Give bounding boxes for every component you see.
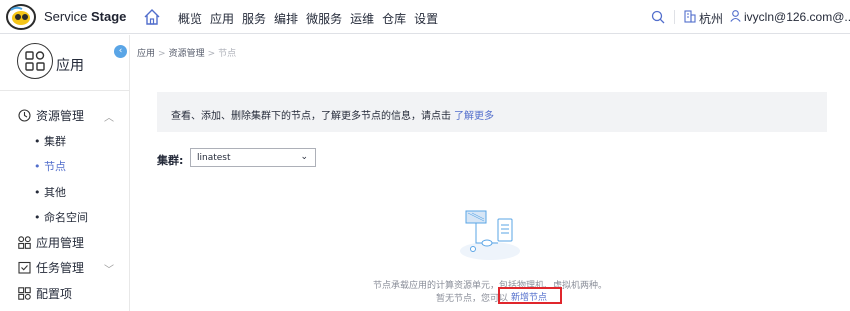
sidebar-item-label: 配置项 <box>36 287 73 301</box>
breadcrumb: 应用 > 资源管理 > 节点 <box>137 46 236 59</box>
nav-repository[interactable]: 仓库 <box>382 10 406 27</box>
learn-more-link[interactable]: 了解更多 <box>454 111 494 122</box>
chevron-down-icon: ⌄ <box>300 152 308 162</box>
subitem-label: 命名空间 <box>44 211 88 224</box>
chevron-down-icon[interactable]: ﹀ <box>104 261 114 276</box>
nav-settings[interactable]: 设置 <box>414 10 438 27</box>
subitem-label: 节点 <box>44 160 66 173</box>
user-account[interactable]: ivycln@126.com@... <box>744 10 850 24</box>
nav-application[interactable]: 应用 <box>210 10 234 27</box>
sidebar-item-config[interactable]: 配置项 <box>18 285 72 302</box>
building-icon <box>684 10 696 23</box>
sidebar-item-resources[interactable]: 资源管理 <box>18 107 84 124</box>
breadcrumb-separator: > <box>158 49 166 59</box>
collapse-sidebar-button[interactable]: ‹ <box>114 45 127 58</box>
resource-icon <box>18 109 31 122</box>
empty-description: 节点承载应用的计算资源单元，包括物理机、虚拟机两种。 <box>373 281 608 291</box>
sidebar-subitem-node[interactable]: • 节点 <box>34 158 66 174</box>
subitem-label: 其他 <box>44 186 66 199</box>
sidebar-subitem-namespace[interactable]: • 命名空间 <box>34 209 88 225</box>
info-text: 查看、添加、删除集群下的节点，了解更多节点的信息，请点击 <box>171 111 451 122</box>
user-icon <box>730 10 741 22</box>
nav-orchestration[interactable]: 编排 <box>274 10 298 27</box>
nav-overview[interactable]: 概览 <box>178 10 202 27</box>
search-icon[interactable] <box>651 10 665 24</box>
sidebar-item-label: 任务管理 <box>36 261 85 275</box>
cluster-label: 集群: <box>157 154 184 167</box>
sidebar-item-label: 应用管理 <box>36 236 85 250</box>
sidebar-item-task-mgmt[interactable]: 任务管理 <box>18 259 84 276</box>
home-icon[interactable] <box>143 8 161 26</box>
breadcrumb-resources[interactable]: 资源管理 <box>169 49 205 59</box>
cluster-selected-value: linatest <box>197 153 231 163</box>
nav-microservice[interactable]: 微服务 <box>306 10 342 27</box>
sidebar-subitem-cluster[interactable]: • 集群 <box>34 133 66 149</box>
header-divider <box>674 10 675 24</box>
sidebar-item-label: 资源管理 <box>36 109 85 123</box>
service-stage-logo[interactable] <box>6 4 36 30</box>
brand-name: Service Stage <box>44 9 126 24</box>
apps-icon <box>18 236 31 249</box>
breadcrumb-bar: 应用 > 资源管理 > 节点 <box>131 35 850 67</box>
sidebar-divider <box>0 90 130 91</box>
brand-bold: Stage <box>90 9 127 24</box>
empty-node-illustration <box>460 210 520 260</box>
sidebar-item-app-mgmt[interactable]: 应用管理 <box>18 234 84 251</box>
nav-service[interactable]: 服务 <box>242 10 266 27</box>
config-icon <box>18 287 31 300</box>
breadcrumb-app[interactable]: 应用 <box>137 49 155 59</box>
nav-ops[interactable]: 运维 <box>350 10 374 27</box>
chevron-up-icon[interactable]: ︿ <box>104 109 114 124</box>
add-node-link[interactable]: 新增节点 <box>498 287 562 304</box>
breadcrumb-separator: > <box>207 49 216 59</box>
info-banner: 查看、添加、删除集群下的节点，了解更多节点的信息，请点击 了解更多 <box>157 92 827 132</box>
sidebar-subitem-other[interactable]: • 其他 <box>34 184 66 200</box>
task-icon <box>18 261 31 274</box>
sidebar: 应用 ‹ 资源管理 ︿ • 集群 • 节点 • 其他 • 命名空间 应用管理 任… <box>0 35 130 311</box>
cluster-select[interactable]: linatest ⌄ <box>190 148 316 167</box>
brand-light: Service <box>44 9 91 24</box>
top-bar: Service Stage 概览 应用 服务 编排 微服务 运维 仓库 设置 杭… <box>0 0 850 34</box>
subitem-label: 集群 <box>44 135 66 148</box>
breadcrumb-current: 节点 <box>218 49 237 59</box>
sidebar-title: 应用 <box>56 58 84 74</box>
top-nav: 概览 应用 服务 编排 微服务 运维 仓库 设置 <box>178 10 446 27</box>
grid-icon <box>25 51 45 71</box>
app-icon-circle <box>17 43 53 79</box>
region-selector[interactable]: 杭州 <box>699 10 723 27</box>
